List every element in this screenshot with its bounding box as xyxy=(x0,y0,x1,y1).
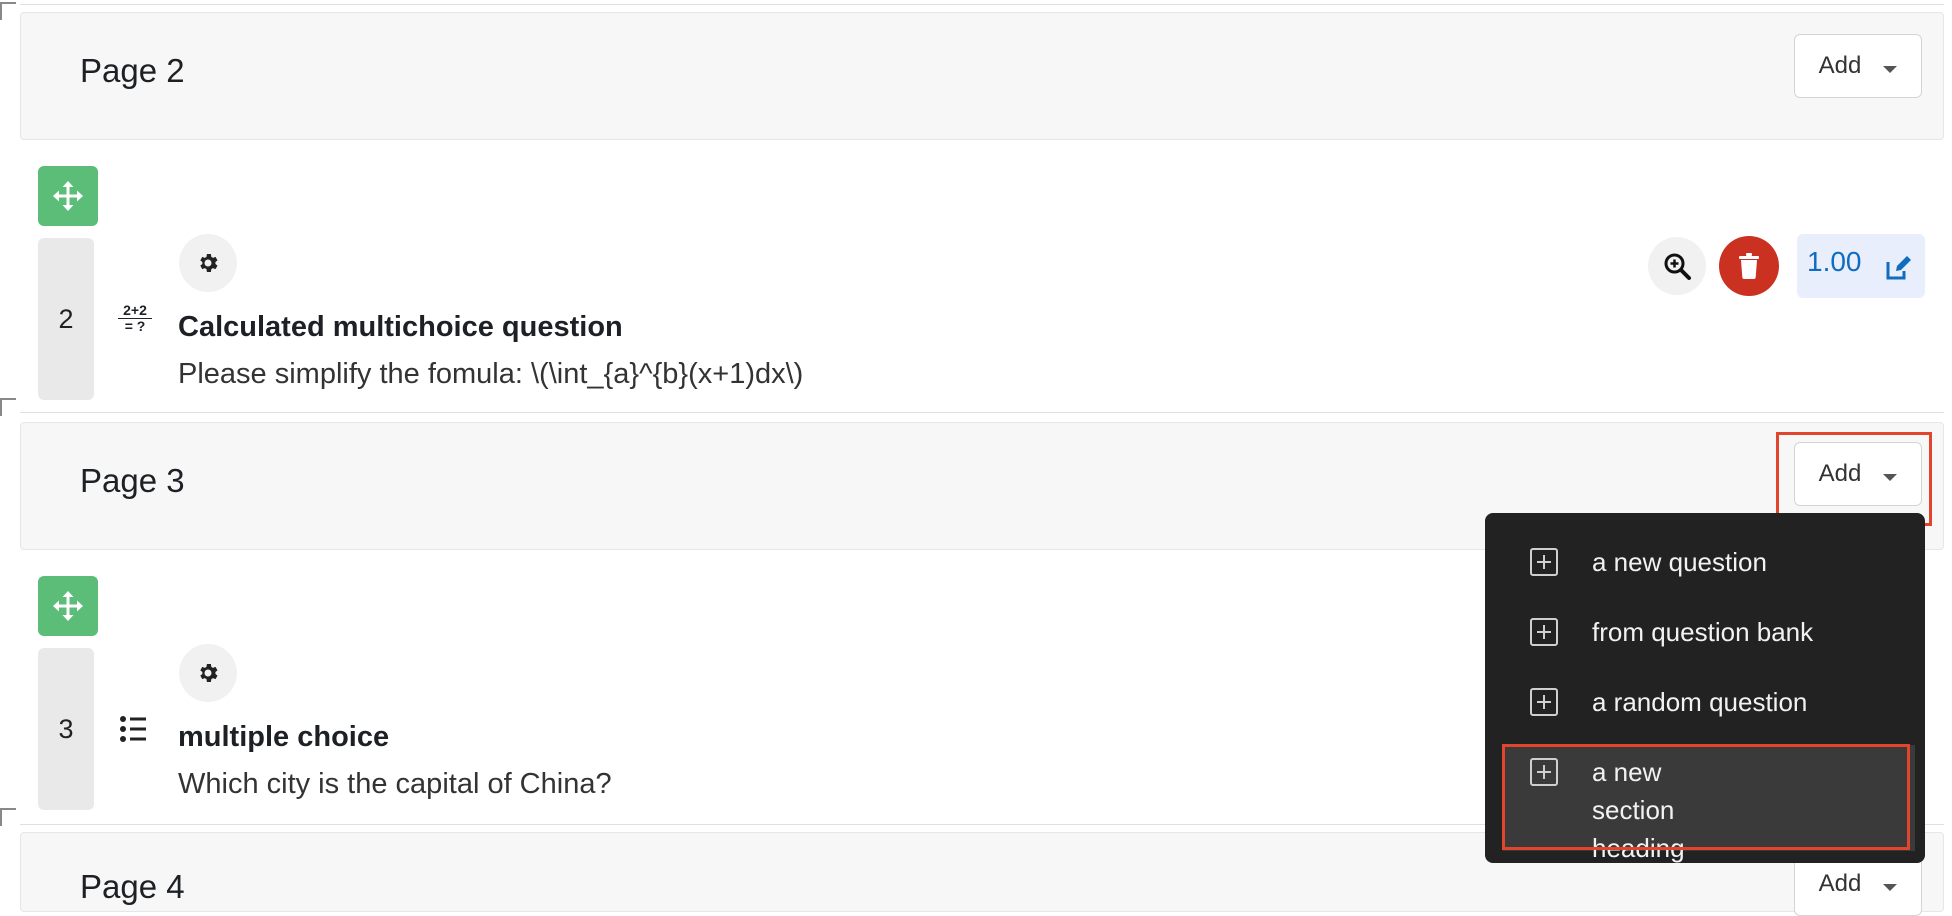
list-icon xyxy=(118,714,148,749)
caret-down-icon xyxy=(1883,883,1898,891)
page-3-title: Page 3 xyxy=(80,462,185,499)
page-4-title: Page 4 xyxy=(80,868,185,905)
move-icon xyxy=(53,591,83,621)
edge-marker xyxy=(0,808,16,826)
menu-item-from-question-bank[interactable]: from question bank xyxy=(1530,613,1915,651)
trash-icon xyxy=(1739,253,1759,279)
menu-item-label: from question bank xyxy=(1592,617,1814,647)
question-3-text: Which city is the capital of China? xyxy=(178,768,612,800)
question-3-slot-number: 3 xyxy=(38,648,94,810)
question-2-text: Please simplify the fomula: \(\int_{a}^{… xyxy=(178,358,804,390)
move-question-3-button[interactable] xyxy=(38,576,98,636)
menu-item-label: a new question xyxy=(1592,547,1767,577)
edit-mark-button[interactable] xyxy=(1884,254,1912,287)
add-label: Add xyxy=(1818,870,1862,897)
question-3-title: multiple choice xyxy=(178,721,390,753)
edit-icon xyxy=(1886,256,1911,280)
move-icon xyxy=(53,181,83,211)
preview-question-2-button[interactable] xyxy=(1648,237,1706,295)
calculated-icon-top: 2+2 xyxy=(118,303,152,319)
add-label: Add xyxy=(1818,52,1862,79)
plus-square-icon xyxy=(1530,688,1558,716)
menu-item-label: a random question xyxy=(1592,687,1808,717)
plus-square-icon xyxy=(1530,548,1558,576)
caret-down-icon xyxy=(1883,65,1898,73)
calculated-icon: 2+2 = ? xyxy=(118,303,152,334)
menu-item-new-question[interactable]: a new question xyxy=(1530,543,1915,581)
menu-item-highlight xyxy=(1502,744,1910,850)
divider xyxy=(20,412,1944,413)
divider xyxy=(20,4,1944,5)
move-question-2-button[interactable] xyxy=(38,166,98,226)
zoom-in-icon xyxy=(1664,253,1691,280)
question-2-slot-number: 2 xyxy=(38,238,94,400)
plus-square-icon xyxy=(1530,618,1558,646)
delete-question-2-button[interactable] xyxy=(1719,236,1779,296)
page-2-section xyxy=(20,12,1944,140)
add-button-highlight xyxy=(1776,432,1932,526)
question-2-mark-value[interactable]: 1.00 xyxy=(1807,246,1862,278)
calculated-icon-bottom: = ? xyxy=(124,318,146,334)
question-2-title: Calculated multichoice question xyxy=(178,311,623,343)
question-2-settings-button[interactable] xyxy=(179,234,237,292)
page-2-title: Page 2 xyxy=(80,52,185,89)
question-3-settings-button[interactable] xyxy=(179,644,237,702)
menu-item-random-question[interactable]: a random question xyxy=(1530,683,1915,721)
edge-marker xyxy=(0,398,16,416)
page-2-add-button[interactable]: Add xyxy=(1794,34,1922,98)
gear-icon xyxy=(200,254,218,272)
edge-marker xyxy=(0,2,16,20)
gear-icon xyxy=(200,664,218,682)
